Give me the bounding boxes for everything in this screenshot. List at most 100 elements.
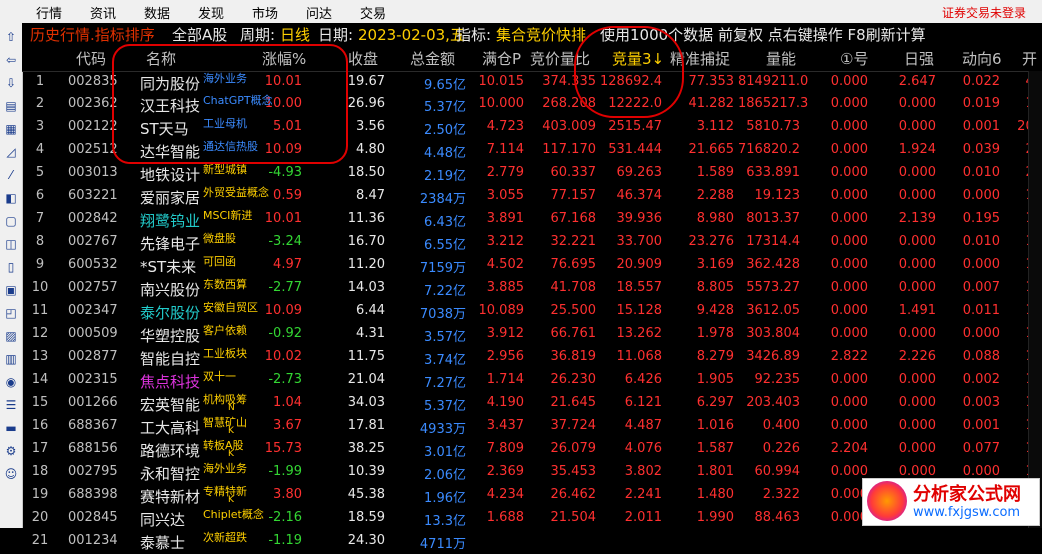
stock-name: 同兴达	[140, 511, 186, 529]
indicator-value[interactable]: 集合竞价快排	[496, 24, 586, 45]
fiz-icon[interactable]: ▨	[3, 328, 19, 344]
col-day-strength[interactable]: 日强	[904, 48, 934, 69]
table-row[interactable]: 7 002842 翔鹭钨业 10.01 11.36 6.43亿 3.891 67.168 39.…	[22, 209, 1042, 232]
col-no1[interactable]: ①号	[840, 48, 868, 69]
auction-volume: 6.121	[624, 395, 662, 410]
table-row[interactable]: 10 002757 南兴股份 -2.77 14.03 7.22亿 3.885 41.708 18…	[22, 278, 1042, 301]
table-row[interactable]: 6 603221 爱丽家居 0.59 8.47 2384万 3.055 77.157 46.37…	[22, 186, 1042, 209]
table-row[interactable]: 14 002315 焦点科技 -2.73 21.04 7.27亿 1.714 26.230 6.…	[22, 370, 1042, 393]
period-value[interactable]: 日线	[280, 24, 310, 45]
candle-icon[interactable]: ◧	[3, 190, 19, 206]
col-mcp[interactable]: 满仓P	[482, 48, 521, 69]
total-amount: 7038万	[419, 307, 466, 322]
precise-capture: 1.587	[696, 441, 734, 456]
person-icon[interactable]: ☺	[3, 466, 19, 482]
circle-icon[interactable]: ◉	[3, 374, 19, 390]
menu-item-discover[interactable]: 发现	[198, 3, 224, 22]
menu-item-news[interactable]: 资讯	[90, 3, 116, 22]
col-direction[interactable]: 动向6	[962, 48, 1002, 69]
menu-item-market[interactable]: 市场	[252, 3, 278, 22]
annotation-circle-volume	[574, 26, 684, 118]
change-pct: -2.77	[268, 280, 302, 295]
precise-capture: 8.805	[696, 280, 734, 295]
col-open[interactable]: 开	[1022, 48, 1037, 69]
table-row[interactable]: 13 002877 智能自控 10.02 11.75 3.74亿 2.956 36.819 11…	[22, 347, 1042, 370]
precise-capture: 1.589	[696, 165, 734, 180]
fi-icon[interactable]: ◰	[3, 305, 19, 321]
vertical-scrollbar[interactable]	[1028, 71, 1042, 528]
table-row[interactable]: 8 002767 先锋电子 -3.24 16.70 6.55亿 3.212 32.221 33.…	[22, 232, 1042, 255]
auction-ratio: 21.645	[550, 395, 597, 410]
stock-code: 600532	[68, 257, 118, 272]
menu-item-data[interactable]: 数据	[144, 3, 170, 22]
auction-ratio: 21.504	[550, 510, 597, 525]
number-icon[interactable]: ▣	[3, 282, 19, 298]
auction-ratio: 35.453	[550, 464, 597, 479]
date-value[interactable]: 2023-02-03,五	[358, 24, 465, 45]
table-row[interactable]: 15 001266 宏英智能 1.04 34.03 5.37亿 4.190 21.645 6.1…	[22, 393, 1042, 416]
day-strength: 2.226	[898, 349, 936, 364]
menu-item-trade[interactable]: 交易	[360, 3, 386, 22]
full-position: 4.234	[486, 487, 524, 502]
energy: 5810.73	[746, 119, 800, 134]
stock-name: 泰尔股份	[140, 304, 201, 322]
doc-icon[interactable]: ▯	[3, 259, 19, 275]
direction: 0.001	[962, 418, 1000, 433]
market-label[interactable]: 全部A股	[172, 24, 227, 45]
table-row[interactable]: 21 001234 泰慕士 -1.19 24.30 4711万 次新超跌	[22, 531, 1042, 554]
direction: 0.000	[962, 257, 1000, 272]
table-row[interactable]: 11 002347 泰尔股份 10.09 6.44 7038万 10.089 25.500 15…	[22, 301, 1042, 324]
chart-icon[interactable]: ◿	[3, 144, 19, 160]
table-row[interactable]: 17 688156 路德环境 15.73 38.25 3.01亿 7.809 26.079 4.…	[22, 439, 1042, 462]
no1-value: 0.000	[830, 510, 868, 525]
col-amount[interactable]: 总金额	[410, 48, 455, 69]
fund-icon[interactable]: ▢	[3, 213, 19, 229]
change-pct: -1.19	[268, 533, 302, 548]
table-row[interactable]: 12 000509 华塑控股 -0.92 4.31 3.57亿 3.912 66.761 13.…	[22, 324, 1042, 347]
precise-capture: 8.980	[696, 211, 734, 226]
fio-icon[interactable]: ◫	[3, 236, 19, 252]
up-arrow-icon[interactable]: ⇧	[3, 29, 19, 45]
change-pct: 1.04	[273, 395, 302, 410]
table-icon[interactable]: ▥	[3, 351, 19, 367]
row-marker: K	[228, 426, 234, 436]
col-close[interactable]: 收盘	[348, 48, 378, 69]
grid-icon[interactable]: ▦	[3, 121, 19, 137]
tools-icon[interactable]: ⚙	[3, 443, 19, 459]
table-row[interactable]: 9 600532 *ST未来 4.97 11.20 7159万 4.502 76.695 20.…	[22, 255, 1042, 278]
menu-item-quotes[interactable]: 行情	[36, 3, 62, 22]
login-status[interactable]: 证券交易未登录	[942, 4, 1026, 21]
direction: 0.001	[962, 119, 1000, 134]
menu-item-wenda[interactable]: 问达	[306, 3, 332, 22]
row-index: 2	[35, 96, 45, 111]
direction: 0.011	[962, 303, 1000, 318]
concept-tag: 双十一	[203, 370, 236, 383]
table-row[interactable]: 5 003013 地铁设计 -4.93 18.50 2.19亿 2.779 60.337 69.…	[22, 163, 1042, 186]
col-energy[interactable]: 量能	[766, 48, 796, 69]
close-price: 21.04	[347, 372, 385, 387]
precise-capture: 1.016	[696, 418, 734, 433]
close-price: 11.20	[347, 257, 385, 272]
total-amount: 2.19亿	[424, 169, 466, 184]
list-icon[interactable]: ☰	[3, 397, 19, 413]
row-index: 9	[35, 257, 45, 272]
col-code[interactable]: 代码	[76, 48, 106, 69]
folder-icon[interactable]: ▬	[3, 420, 19, 436]
day-strength: 0.000	[898, 257, 936, 272]
total-amount: 3.57亿	[424, 330, 466, 345]
table-row[interactable]: 16 688367 工大高科 3.67 17.81 4933万 3.437 37.724 4.4…	[22, 416, 1042, 439]
auction-volume: 13.262	[616, 326, 663, 341]
line-icon[interactable]: ⁄	[3, 167, 19, 183]
row-marker: K	[228, 495, 234, 505]
full-position: 4.190	[486, 395, 524, 410]
stock-name: 赛特新材	[140, 488, 201, 506]
auction-ratio: 66.761	[550, 326, 597, 341]
energy: 633.891	[746, 165, 800, 180]
report-icon[interactable]: ▤	[3, 98, 19, 114]
down-arrow-icon[interactable]: ⇩	[3, 75, 19, 91]
auction-ratio: 26.230	[550, 372, 597, 387]
auction-volume: 33.700	[616, 234, 663, 249]
direction: 0.007	[962, 280, 1000, 295]
left-arrow-icon[interactable]: ⇦	[3, 52, 19, 68]
stock-name: 南兴股份	[140, 281, 201, 299]
